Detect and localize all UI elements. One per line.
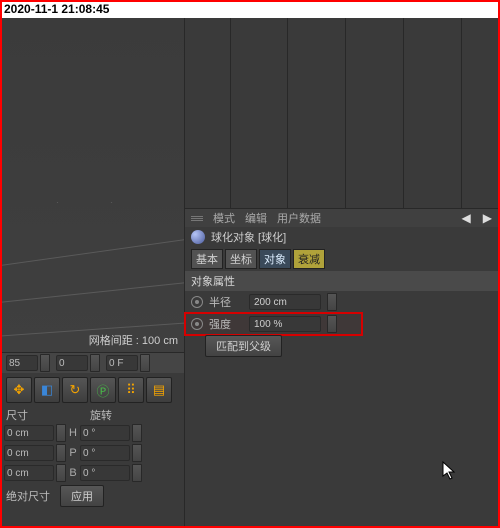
mouse-cursor-icon	[442, 461, 458, 486]
tab-coord[interactable]: 坐标	[225, 249, 257, 269]
film-tool-button[interactable]: ▤	[146, 377, 172, 403]
size-header: 尺寸	[2, 407, 66, 423]
coord-field-1[interactable]	[6, 355, 38, 371]
tool-bar: ✥ ◧ ↻ Ⓟ ⠿ ▤	[2, 373, 184, 407]
transform-row-1: H	[2, 423, 184, 443]
grid-line	[2, 239, 184, 266]
rotate-field-1[interactable]	[80, 425, 130, 441]
transform-row-3: B	[2, 463, 184, 483]
radio-icon[interactable]	[191, 296, 203, 308]
rotate-field-3[interactable]	[80, 465, 130, 481]
grid-tool-button[interactable]: ⠿	[118, 377, 144, 403]
coord-bar	[2, 353, 184, 373]
strength-label: 强度	[209, 316, 243, 332]
rotate-header: 旋转	[66, 407, 150, 423]
spinner[interactable]	[132, 464, 142, 482]
footer-row: 绝对尺寸 应用	[2, 483, 184, 509]
radio-icon[interactable]	[191, 318, 203, 330]
object-title-row: 球化对象 [球化]	[185, 227, 498, 247]
spinner[interactable]	[40, 354, 50, 372]
spinner[interactable]	[56, 464, 66, 482]
cube-tool-button[interactable]: ◧	[34, 377, 60, 403]
window-outline: 2020-11-1 21:08:45 网格间距 : 100 cm	[0, 0, 500, 528]
spinner[interactable]	[140, 354, 150, 372]
3d-viewport[interactable]: 网格间距 : 100 cm	[2, 18, 184, 353]
object-list-panel[interactable]	[185, 18, 498, 209]
spinner[interactable]	[90, 354, 100, 372]
size-field-1[interactable]	[4, 425, 54, 441]
fit-to-parent-button[interactable]: 匹配到父级	[205, 335, 282, 357]
tab-object[interactable]: 对象	[259, 249, 291, 269]
property-tabs: 基本 坐标 对象 衰减	[185, 247, 498, 271]
menu-userdata[interactable]: 用户数据	[277, 210, 321, 226]
sphere-icon	[191, 230, 205, 244]
transform-row-2: P	[2, 443, 184, 463]
coord-field-3[interactable]	[106, 355, 138, 371]
rotate-tool-button[interactable]: ↻	[62, 377, 88, 403]
menu-mode[interactable]: 模式	[213, 210, 235, 226]
menu-edit[interactable]: 编辑	[245, 210, 267, 226]
spinner[interactable]	[56, 424, 66, 442]
spinner[interactable]	[56, 444, 66, 462]
spinner[interactable]	[132, 444, 142, 462]
move-tool-button[interactable]: ✥	[6, 377, 32, 403]
coord-field-2[interactable]	[56, 355, 88, 371]
radius-label: 半径	[209, 294, 243, 310]
left-column: 网格间距 : 100 cm ✥ ◧ ↻	[2, 18, 184, 526]
grid-line	[111, 202, 113, 203]
tab-basic[interactable]: 基本	[191, 249, 223, 269]
nav-left-icon[interactable]: ◀	[462, 211, 471, 225]
dock-handle-icon[interactable]	[191, 216, 203, 221]
size-field-3[interactable]	[4, 465, 54, 481]
timestamp-overlay: 2020-11-1 21:08:45	[2, 2, 498, 18]
right-column: 模式 编辑 用户数据 ◀ ▶ 球化对象 [球化] 基本 坐标 对象 衰减 对象属…	[184, 18, 498, 526]
content-area: 网格间距 : 100 cm ✥ ◧ ↻	[2, 18, 498, 526]
grid-line	[2, 282, 184, 302]
prop-row-strength: 强度	[185, 313, 362, 335]
axis-label: H	[68, 427, 78, 439]
object-title-text: 球化对象 [球化]	[211, 229, 286, 245]
spinner[interactable]	[327, 293, 337, 311]
grid-line	[56, 202, 57, 203]
axis-label: B	[68, 467, 78, 479]
axis-label: P	[68, 447, 78, 459]
section-object-props: 对象属性	[185, 271, 498, 291]
spinner[interactable]	[327, 315, 337, 333]
rotate-field-2[interactable]	[80, 445, 130, 461]
size-field-2[interactable]	[4, 445, 54, 461]
strength-input[interactable]	[249, 316, 321, 332]
abs-size-label: 绝对尺寸	[6, 488, 50, 504]
viewport-status-text: 网格间距 : 100 cm	[89, 332, 178, 348]
prop-row-radius: 半径	[185, 291, 498, 313]
apply-button[interactable]: 应用	[60, 485, 104, 507]
attribute-menu-bar: 模式 编辑 用户数据 ◀ ▶	[185, 209, 498, 227]
nav-right-icon[interactable]: ▶	[483, 211, 492, 225]
radius-input[interactable]	[249, 294, 321, 310]
fit-row: 匹配到父级	[185, 335, 498, 357]
spinner[interactable]	[132, 424, 142, 442]
transform-headers: 尺寸 旋转	[2, 407, 184, 423]
tab-decay[interactable]: 衰减	[293, 249, 325, 269]
p-tool-button[interactable]: Ⓟ	[90, 377, 116, 403]
